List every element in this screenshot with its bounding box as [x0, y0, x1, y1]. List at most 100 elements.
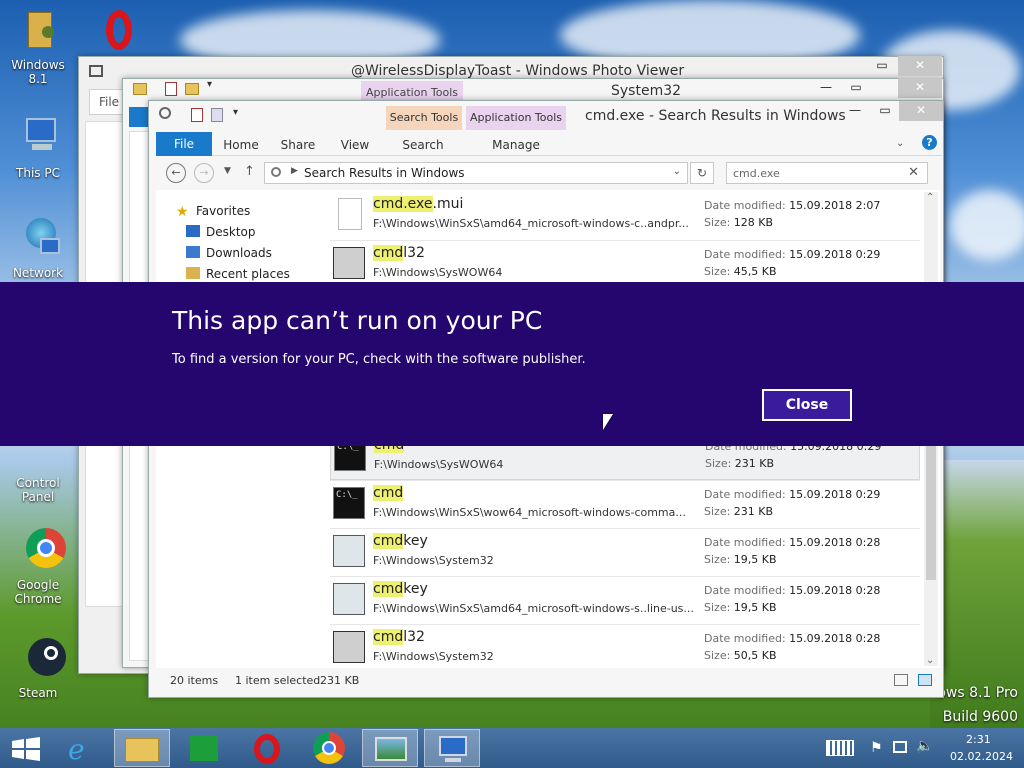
- clock-date[interactable]: 02.02.2024: [950, 750, 1013, 763]
- list-item[interactable]: cmd.exe.mui F:\Windows\WinSxS\amd64_micr…: [330, 192, 920, 240]
- nav-item-recent-places[interactable]: Recent places: [186, 267, 290, 281]
- cmdkey-icon: [333, 583, 365, 615]
- desktop-icon-steam[interactable]: Steam: [0, 636, 76, 700]
- properties-icon: [165, 82, 177, 96]
- photo-viewer-button[interactable]: [362, 729, 418, 767]
- system32-title: System32: [611, 83, 682, 99]
- list-item[interactable]: cmdkey F:\Windows\System32 Date modified…: [330, 528, 920, 576]
- photo-viewer-icon: [375, 737, 407, 761]
- size-label: Size:: [704, 505, 731, 518]
- file-explorer-button[interactable]: [114, 729, 170, 767]
- nav-favorites[interactable]: ★ Favorites: [176, 204, 250, 220]
- search-input[interactable]: cmd.exe ✕: [726, 162, 928, 184]
- large-icons-view-icon[interactable]: [918, 674, 932, 686]
- photo-viewer-minimize-button[interactable]: ▭: [868, 56, 896, 76]
- volume-muted-icon[interactable]: 🔈: [916, 738, 933, 754]
- system32-maximize-button[interactable]: ▭: [842, 78, 870, 98]
- monitor-stand: [445, 758, 461, 762]
- search-icon: [271, 167, 281, 177]
- tab-share[interactable]: Share: [272, 134, 324, 156]
- refresh-button[interactable]: ↻: [690, 162, 714, 184]
- internet-explorer-button[interactable]: e: [56, 729, 112, 767]
- remote-desktop-button[interactable]: [424, 729, 480, 767]
- tab-home-label: Home: [223, 138, 259, 152]
- tab-view[interactable]: View: [330, 134, 380, 156]
- network-globe-icon: [14, 216, 62, 262]
- photo-viewer-title: @WirelessDisplayToast - Windows Photo Vi…: [351, 63, 685, 79]
- address-bar[interactable]: ▶ Search Results in Windows ⌄: [264, 162, 688, 184]
- date-value: 15.09.2018 2:07: [789, 199, 881, 212]
- os-watermark-build: Build 9600: [942, 709, 1018, 725]
- network-status-icon[interactable]: [893, 741, 907, 753]
- date-label: Date modified:: [704, 584, 786, 597]
- desktop-icon-opera[interactable]: [80, 8, 156, 58]
- file-name-rest: .mui: [432, 196, 464, 212]
- chevron-down-icon[interactable]: ⌄: [673, 166, 681, 177]
- scroll-down-icon[interactable]: ⌄: [926, 655, 934, 666]
- status-bar: 20 items 1 item selected 231 KB: [156, 670, 942, 692]
- close-button[interactable]: Close: [762, 389, 852, 421]
- date-label: Date modified:: [704, 536, 786, 549]
- start-button[interactable]: [0, 729, 56, 767]
- clear-search-icon[interactable]: ✕: [908, 165, 919, 180]
- desktop-icon-chrome[interactable]: Google Chrome: [0, 528, 76, 606]
- dialog-message: To find a version for your PC, check wit…: [172, 352, 586, 367]
- back-button[interactable]: ←: [166, 163, 186, 183]
- help-icon[interactable]: ?: [922, 135, 937, 150]
- explorer-maximize-button[interactable]: ▭: [871, 101, 899, 121]
- scroll-up-icon[interactable]: ⌃: [926, 192, 934, 203]
- tab-manage[interactable]: Manage: [480, 134, 552, 156]
- breadcrumb-chevron-icon: ▶: [291, 166, 298, 176]
- desktop-icon-network[interactable]: Network: [0, 216, 76, 280]
- date-label: Date modified:: [704, 632, 786, 645]
- size-value: 19,5 KB: [733, 553, 777, 566]
- nav-item-desktop[interactable]: Desktop: [186, 225, 256, 239]
- desktop-icon-this-pc[interactable]: This PC: [0, 116, 76, 180]
- size-value: 231 KB: [733, 505, 774, 518]
- up-button[interactable]: ↑: [244, 164, 255, 179]
- desktop-icon-label: This PC: [16, 166, 60, 180]
- details-view-icon[interactable]: [894, 674, 908, 686]
- list-item[interactable]: cmdl32 F:\Windows\System32 Date modified…: [330, 624, 920, 672]
- desktop-icon-label: Google Chrome: [14, 578, 62, 606]
- tab-file[interactable]: File: [156, 132, 212, 156]
- cmdkey-icon: [333, 535, 365, 567]
- explorer-close-button[interactable]: ✕: [899, 101, 943, 121]
- store-button[interactable]: [176, 729, 232, 767]
- control-panel-icon: [14, 446, 62, 472]
- chrome-button[interactable]: [300, 729, 356, 767]
- tab-search-tools[interactable]: Search Tools: [386, 106, 462, 130]
- file-path: F:\Windows\SysWOW64: [374, 458, 504, 471]
- touch-keyboard-icon[interactable]: [826, 740, 854, 756]
- date-label: Date modified:: [704, 488, 786, 501]
- tab-application-tools[interactable]: Application Tools: [466, 106, 566, 130]
- scrollbar-thumb[interactable]: [926, 440, 936, 580]
- list-item[interactable]: C:\_ cmd F:\Windows\WinSxS\wow64_microso…: [330, 480, 920, 528]
- list-item[interactable]: cmdl32 F:\Windows\SysWOW64 Date modified…: [330, 240, 920, 288]
- search-icon: [159, 107, 171, 119]
- action-center-flag-icon[interactable]: ⚑: [870, 740, 883, 756]
- photo-viewer-close-button[interactable]: ✕: [898, 56, 942, 76]
- close-button-label: Close: [785, 397, 829, 413]
- nav-item-label: Recent places: [206, 267, 290, 281]
- file-name-match: cmd: [373, 533, 404, 549]
- clock-time[interactable]: 2:31: [966, 733, 991, 746]
- tab-search[interactable]: Search: [390, 134, 456, 156]
- desktop-icon-control-panel[interactable]: Control Panel: [0, 446, 76, 504]
- system32-close-button[interactable]: ✕: [898, 78, 942, 98]
- desktop-icon-windows81[interactable]: Windows 8.1: [0, 8, 76, 86]
- forward-button[interactable]: →: [194, 163, 214, 183]
- star-icon: ★: [176, 204, 189, 220]
- ribbon-expand-icon[interactable]: ⌄: [896, 138, 904, 149]
- explorer-title: cmd.exe - Search Results in Windows: [585, 108, 846, 124]
- nav-item-downloads[interactable]: Downloads: [186, 246, 272, 260]
- file-path: F:\Windows\WinSxS\amd64_microsoft-window…: [373, 602, 693, 615]
- date-value: 15.09.2018 0:29: [789, 248, 881, 261]
- recent-locations-icon[interactable]: ▼: [224, 166, 231, 176]
- tab-home[interactable]: Home: [216, 134, 266, 156]
- opera-icon: [94, 8, 142, 54]
- system32-minimize-button[interactable]: —: [812, 78, 840, 98]
- opera-button[interactable]: [238, 729, 294, 767]
- list-item[interactable]: cmdkey F:\Windows\WinSxS\amd64_microsoft…: [330, 576, 920, 624]
- explorer-minimize-button[interactable]: —: [841, 101, 869, 121]
